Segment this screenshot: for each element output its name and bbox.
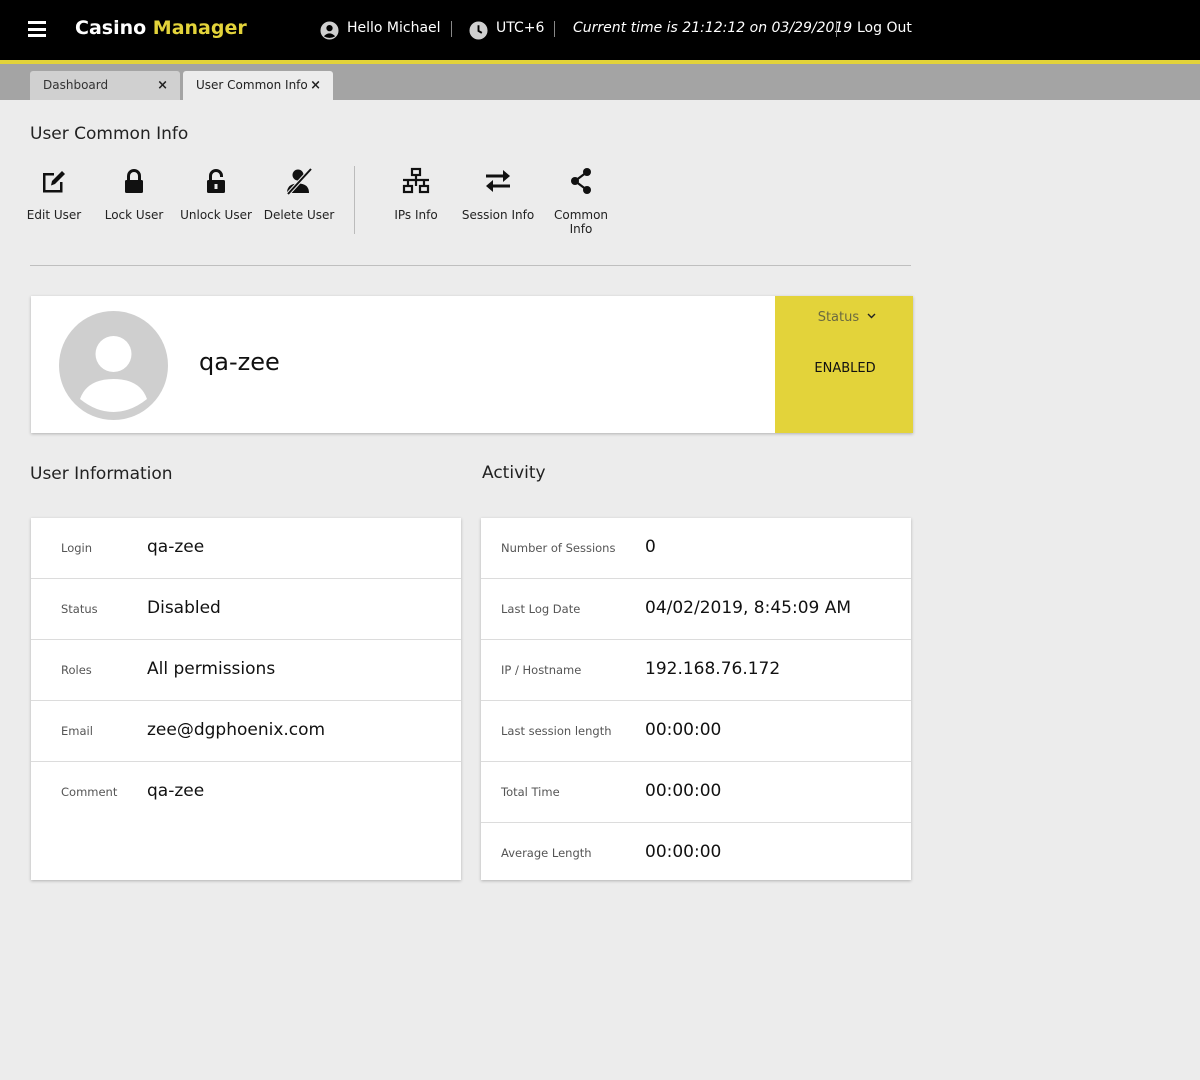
- menu-icon[interactable]: [28, 21, 46, 37]
- tab-label: Dashboard: [43, 78, 109, 92]
- activity-key: Number of Sessions: [501, 541, 616, 555]
- brand-main: Casino: [75, 17, 147, 39]
- toolbar-divider: [354, 166, 355, 234]
- activity-key: IP / Hostname: [501, 663, 582, 677]
- unlock-icon: [207, 169, 225, 193]
- chevron-down-icon: [867, 313, 876, 319]
- info-key: Comment: [61, 785, 118, 799]
- activity-key: Last session length: [501, 724, 612, 738]
- session-info-label: Session Info: [461, 208, 535, 222]
- clock-icon: [469, 21, 488, 40]
- common-info-label: Common Info: [553, 208, 609, 236]
- delete-user-icon: [286, 167, 313, 196]
- activity-key: Last Log Date: [501, 602, 581, 616]
- current-time: Current time is 21:12:12 on 03/29/2019: [573, 20, 853, 36]
- activity-row: IP / Hostname 192.168.76.172: [481, 640, 911, 701]
- activity-value: 00:00:00: [645, 842, 722, 862]
- activity-value: 192.168.76.172: [645, 659, 781, 679]
- lock-user-label: Lock User: [104, 208, 164, 222]
- avatar-icon: [59, 311, 168, 420]
- info-key: Roles: [61, 663, 92, 677]
- delete-user-button[interactable]: Delete User: [259, 166, 339, 222]
- status-value: ENABLED: [814, 361, 876, 376]
- section-divider: [30, 265, 911, 266]
- activity-row: Number of Sessions 0: [481, 518, 911, 579]
- header-separator: [836, 21, 837, 37]
- app-brand: Casino Manager: [75, 17, 247, 39]
- common-info-button[interactable]: Common Info: [541, 166, 621, 236]
- user-information-card: Login qa-zee Status Disabled Roles All p…: [31, 518, 461, 880]
- activity-value: 00:00:00: [645, 720, 722, 740]
- session-info-button[interactable]: Session Info: [458, 166, 538, 222]
- close-icon[interactable]: ×: [157, 71, 168, 100]
- page-title: User Common Info: [30, 124, 189, 144]
- info-key: Email: [61, 724, 93, 738]
- brand-accent: Manager: [152, 17, 247, 39]
- edit-user-button[interactable]: Edit User: [14, 166, 94, 222]
- share-icon: [571, 168, 591, 194]
- info-key: Login: [61, 541, 93, 555]
- network-icon: [402, 167, 430, 194]
- info-row: Login qa-zee: [31, 518, 461, 579]
- top-bar: Casino Manager Hello Michael UTC+6 Curre…: [0, 0, 1200, 64]
- tab-user-common-info[interactable]: User Common Info ×: [183, 71, 333, 100]
- activity-title: Activity: [482, 463, 546, 483]
- edit-icon: [43, 171, 65, 193]
- info-value: zee@dgphoenix.com: [147, 720, 326, 740]
- activity-row: Total Time 00:00:00: [481, 762, 911, 823]
- info-value: All permissions: [147, 659, 276, 679]
- activity-key: Average Length: [501, 846, 592, 860]
- tab-label: User Common Info: [196, 78, 308, 92]
- tab-strip: Dashboard × User Common Info ×: [0, 64, 1200, 100]
- status-dropdown-label: Status: [817, 310, 860, 325]
- ips-info-button[interactable]: IPs Info: [376, 166, 456, 222]
- status-panel: Status ENABLED: [775, 296, 913, 433]
- user-information-title: User Information: [30, 464, 173, 484]
- activity-row: Average Length 00:00:00: [481, 823, 911, 883]
- unlock-user-label: Unlock User: [180, 208, 252, 222]
- header-separator: [451, 21, 452, 37]
- profile-username: qa-zee: [199, 348, 280, 376]
- info-row: Email zee@dgphoenix.com: [31, 701, 461, 762]
- info-value: qa-zee: [147, 537, 205, 557]
- exchange-icon: [486, 170, 510, 192]
- activity-row: Last session length 00:00:00: [481, 701, 911, 762]
- activity-key: Total Time: [501, 785, 560, 799]
- user-circle-icon: [320, 21, 339, 40]
- activity-row: Last Log Date 04/02/2019, 8:45:09 AM: [481, 579, 911, 640]
- lock-user-button[interactable]: Lock User: [94, 166, 174, 222]
- lock-icon: [125, 169, 143, 193]
- header-separator: [554, 21, 555, 37]
- activity-card: Number of Sessions 0 Last Log Date 04/02…: [481, 518, 911, 880]
- info-row: Status Disabled: [31, 579, 461, 640]
- activity-value: 04/02/2019, 8:45:09 AM: [645, 598, 852, 618]
- delete-user-label: Delete User: [263, 208, 335, 222]
- info-value: qa-zee: [147, 781, 205, 801]
- greeting: Hello Michael: [347, 20, 441, 36]
- timezone: UTC+6: [496, 20, 545, 36]
- activity-value: 00:00:00: [645, 781, 722, 801]
- edit-user-label: Edit User: [26, 208, 82, 222]
- info-value: Disabled: [147, 598, 221, 618]
- logout-link[interactable]: Log Out: [857, 20, 912, 36]
- close-icon[interactable]: ×: [310, 71, 321, 100]
- unlock-user-button[interactable]: Unlock User: [176, 166, 256, 222]
- tab-dashboard[interactable]: Dashboard ×: [30, 71, 180, 100]
- ips-info-label: IPs Info: [394, 208, 438, 222]
- profile-card: qa-zee Status ENABLED: [31, 296, 913, 433]
- info-key: Status: [61, 602, 98, 616]
- activity-value: 0: [645, 537, 656, 557]
- status-dropdown[interactable]: Status: [775, 310, 919, 325]
- info-row: Comment qa-zee: [31, 762, 461, 822]
- info-row: Roles All permissions: [31, 640, 461, 701]
